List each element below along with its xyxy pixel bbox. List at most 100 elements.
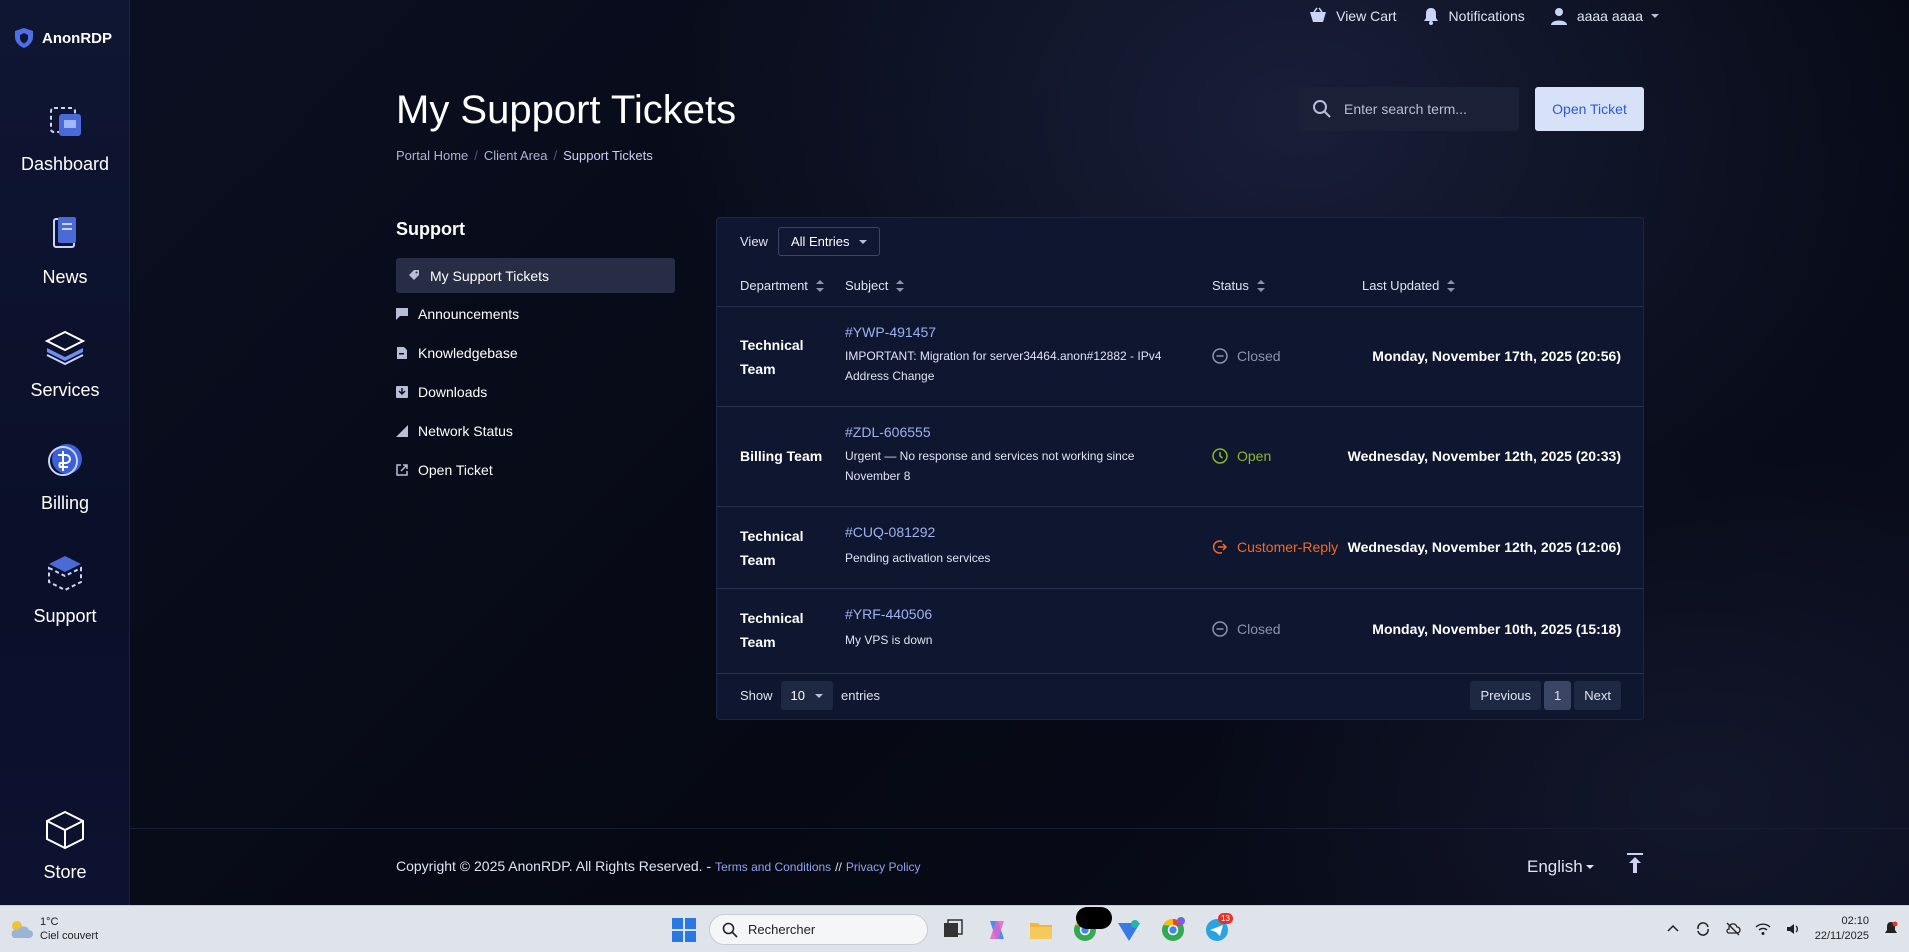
vpn-app-icon[interactable] <box>1116 917 1142 943</box>
ticket-subject: Urgent — No response and services not wo… <box>845 449 1135 483</box>
sidebar-item-label: News <box>42 267 88 287</box>
table-row[interactable]: Technical Team #YRF-440506 My VPS is dow… <box>717 590 1643 671</box>
footer-divider <box>130 828 1909 829</box>
notification-badge: 13 <box>1218 913 1233 924</box>
taskbar-search[interactable]: Rechercher <box>709 914 928 945</box>
breadcrumb-client-area[interactable]: Client Area <box>484 148 548 163</box>
windows-start-icon[interactable] <box>671 917 697 943</box>
language-selector[interactable]: English <box>1527 857 1594 877</box>
view-select-value: All Entries <box>790 234 850 249</box>
system-tray: 02:10 22/11/2025 <box>1665 914 1899 944</box>
ticket-status: Customer-Reply <box>1212 539 1338 555</box>
column-header-status[interactable]: Status <box>1212 278 1265 293</box>
ticket-department: Technical Team <box>740 337 804 377</box>
ticket-status: Closed <box>1212 621 1281 637</box>
support-nav-announcements[interactable]: Announcements <box>396 295 675 332</box>
pagination: Previous 1 Next <box>1470 681 1621 710</box>
support-nav-downloads[interactable]: Downloads <box>396 373 675 410</box>
redacted-app-icon[interactable] <box>1076 907 1112 929</box>
chrome-profile-icon[interactable] <box>1160 917 1186 943</box>
support-nav-label: Network Status <box>418 422 513 439</box>
table-row[interactable]: Billing Team #ZDL-606555 Urgent — No res… <box>717 408 1643 507</box>
main-sidebar: AnonRDP Dashboard News Services Billing … <box>0 0 130 905</box>
previous-page-button[interactable]: Previous <box>1470 681 1542 710</box>
cloud-off-icon[interactable] <box>1725 921 1741 937</box>
telegram-app[interactable]: 13 <box>1204 913 1233 943</box>
support-nav-network-status[interactable]: Network Status <box>396 412 675 449</box>
table-row[interactable]: Technical Team #CUQ-081292 Pending activ… <box>717 508 1643 589</box>
system-clock[interactable]: 02:10 22/11/2025 <box>1815 914 1869 944</box>
shield-logo-icon <box>15 28 33 48</box>
page-1-button[interactable]: 1 <box>1544 681 1572 710</box>
terms-link[interactable]: Terms and Conditions <box>715 860 831 874</box>
user-menu[interactable]: aaaa aaaa <box>1549 6 1659 26</box>
sync-icon[interactable] <box>1695 921 1711 937</box>
language-label: English <box>1527 857 1583 876</box>
column-header-department[interactable]: Department <box>740 278 824 293</box>
sort-icon <box>1447 279 1456 292</box>
taskbar-search-placeholder: Rechercher <box>748 922 816 937</box>
book-icon <box>397 346 407 359</box>
column-header-label: Last Updated <box>1362 278 1440 293</box>
notifications-link[interactable]: Notifications <box>1421 6 1525 26</box>
search-icon <box>722 922 738 938</box>
open-ticket-button[interactable]: Open Ticket <box>1535 87 1644 131</box>
view-select[interactable]: All Entries <box>777 227 881 256</box>
sidebar-item-support[interactable]: Support <box>0 550 130 627</box>
ticket-id-link[interactable]: #ZDL-606555 <box>845 424 931 440</box>
notification-bell-icon[interactable] <box>1883 921 1899 937</box>
column-header-label: Department <box>740 278 808 293</box>
search-input[interactable] <box>1344 101 1504 117</box>
breadcrumb-current: Support Tickets <box>563 148 653 163</box>
breadcrumb-portal-home[interactable]: Portal Home <box>396 148 468 163</box>
next-page-button[interactable]: Next <box>1574 681 1621 710</box>
column-header-last-updated[interactable]: Last Updated <box>1362 278 1456 293</box>
sort-icon <box>896 279 905 292</box>
services-stack-icon <box>44 330 86 366</box>
ticket-id-link[interactable]: #YWP-491457 <box>845 324 936 340</box>
column-header-subject[interactable]: Subject <box>845 278 905 293</box>
ticket-subject: My VPS is down <box>845 633 933 647</box>
copyright-text: Copyright © 2025 AnonRDP. All Rights Res… <box>396 858 712 874</box>
bell-icon <box>1423 8 1438 25</box>
ticket-icon <box>409 269 419 280</box>
ticket-department: Technical Team <box>740 610 804 650</box>
support-nav-my-tickets[interactable]: My Support Tickets <box>396 258 675 293</box>
wifi-icon[interactable] <box>1755 921 1771 937</box>
ticket-id-link[interactable]: #YRF-440506 <box>845 606 932 622</box>
privacy-link[interactable]: Privacy Policy <box>846 860 921 874</box>
task-view-icon[interactable] <box>940 917 966 943</box>
minus-circle-icon <box>1212 348 1228 364</box>
support-nav-label: Announcements <box>418 305 520 322</box>
file-explorer-icon[interactable] <box>1028 917 1054 943</box>
signal-icon <box>396 424 408 437</box>
support-nav-label: Downloads <box>418 383 488 400</box>
support-nav-label: Knowledgebase <box>418 344 518 361</box>
column-header-label: Status <box>1212 278 1249 293</box>
ticket-department: Technical Team <box>740 528 804 568</box>
chevron-up-icon[interactable] <box>1665 921 1681 937</box>
sidebar-item-services[interactable]: Services <box>0 324 130 401</box>
back-to-top-icon[interactable] <box>1626 852 1644 874</box>
table-row[interactable]: Technical Team #YWP-491457 IMPORTANT: Mi… <box>717 308 1643 407</box>
sidebar-item-dashboard[interactable]: Dashboard <box>0 98 130 175</box>
support-nav-knowledgebase[interactable]: Knowledgebase <box>396 334 675 371</box>
breadcrumb-separator: / <box>553 148 558 163</box>
sidebar-item-news[interactable]: News <box>0 211 130 288</box>
ticket-id-link[interactable]: #CUQ-081292 <box>845 524 935 540</box>
breadcrumb-separator: / <box>474 148 478 163</box>
sidebar-item-label: Support <box>33 606 97 626</box>
weather-widget[interactable]: 1°C Ciel couvert <box>8 915 98 943</box>
ticket-last-updated: Monday, November 17th, 2025 (20:56) <box>1372 348 1621 364</box>
copilot-icon[interactable] <box>984 917 1010 943</box>
weather-condition: Ciel couvert <box>40 930 99 942</box>
sidebar-item-store[interactable]: Store <box>0 806 130 883</box>
os-taskbar: 1°C Ciel couvert Rechercher 13 02:10 22/… <box>0 905 1909 952</box>
brand-logo[interactable]: AnonRDP <box>12 26 112 50</box>
page-length-select[interactable]: 10 <box>780 681 833 710</box>
view-cart-link[interactable]: View Cart <box>1308 6 1397 26</box>
sidebar-item-billing[interactable]: Billing <box>0 437 130 514</box>
volume-icon[interactable] <box>1785 921 1801 937</box>
view-label: View <box>740 234 768 249</box>
support-nav-open-ticket[interactable]: Open Ticket <box>396 451 675 488</box>
